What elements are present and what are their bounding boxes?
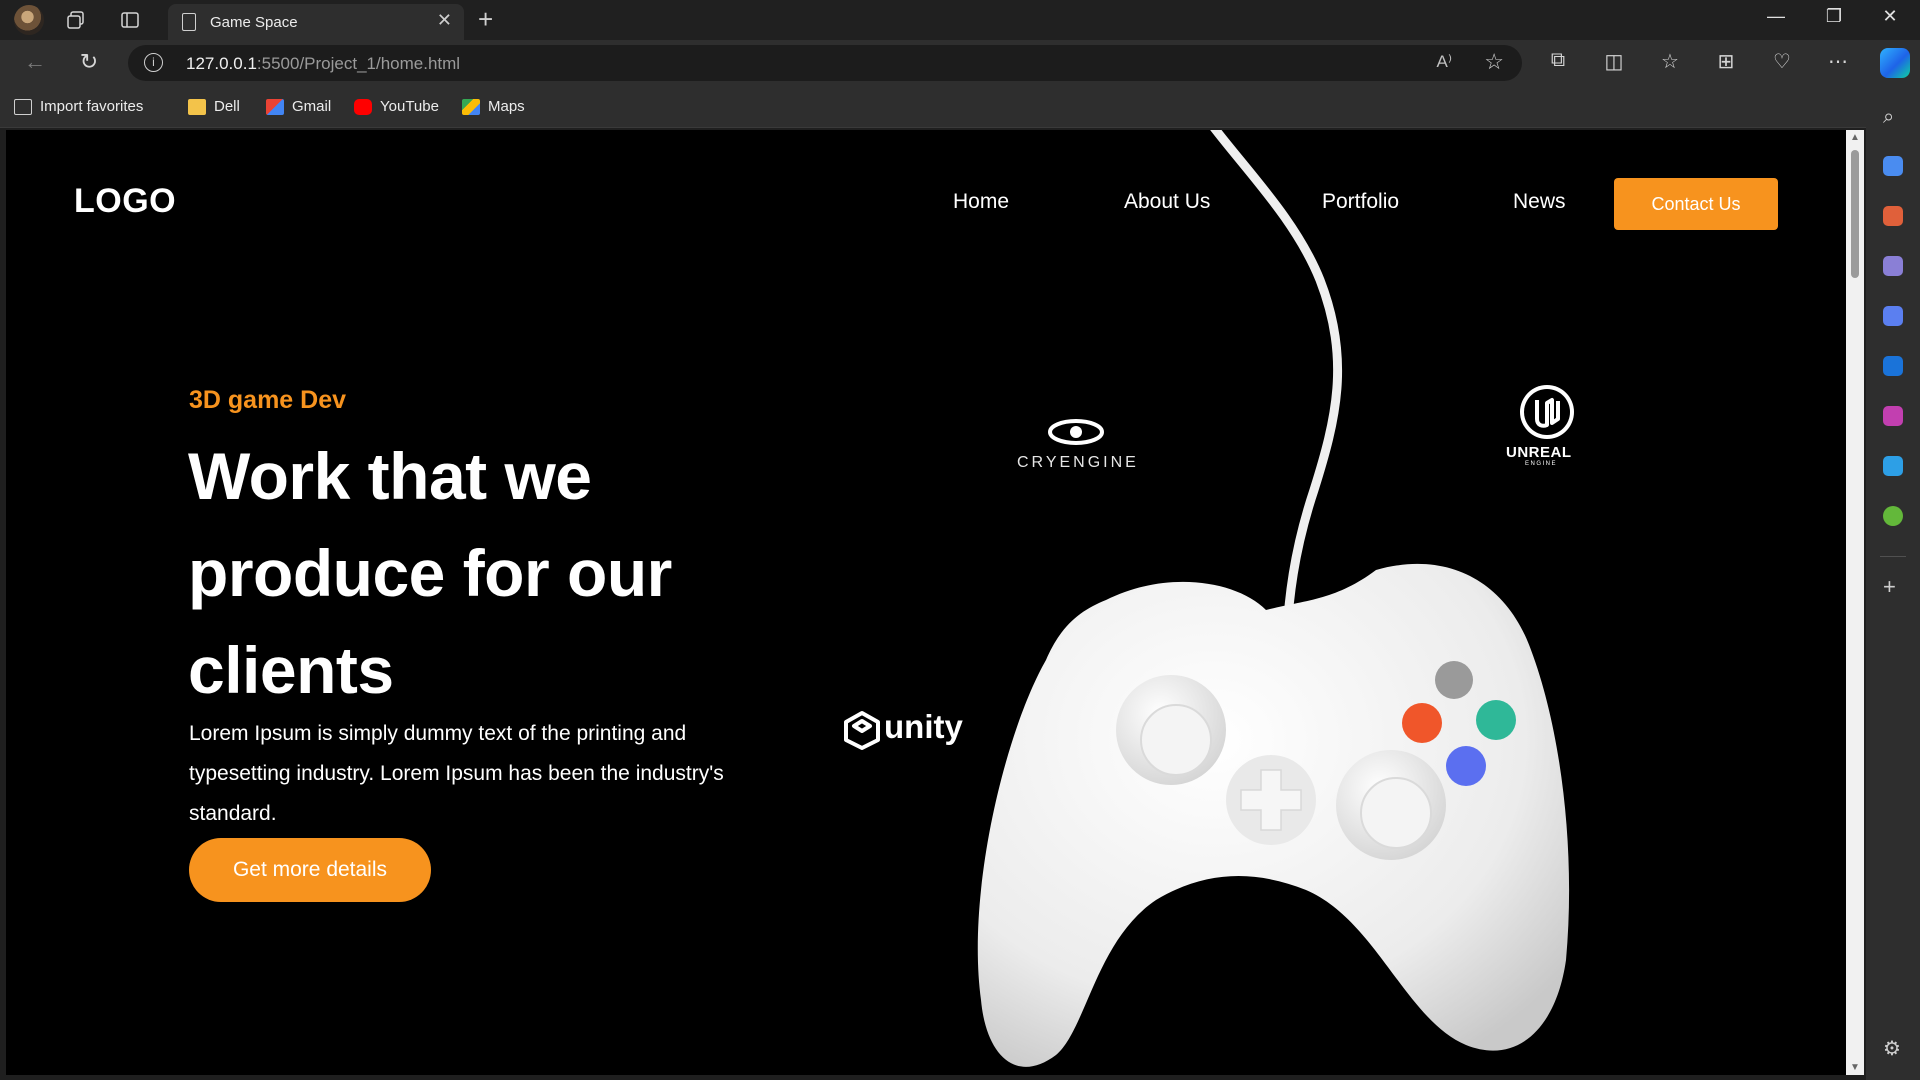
refresh-button[interactable]: ↻ bbox=[74, 49, 104, 75]
unreal-logo: UNREAL bbox=[1506, 444, 1572, 461]
hero-body: Lorem Ipsum is simply dummy text of the … bbox=[189, 722, 724, 825]
search-icon[interactable]: ⌕ bbox=[1883, 106, 1903, 128]
bookmark-youtube[interactable]: YouTube bbox=[354, 98, 439, 115]
maps-icon bbox=[462, 98, 480, 115]
edge-sidebar: ⌕ + ⚙ bbox=[1866, 86, 1920, 1080]
page-viewport: CRYENGINE unity UNREAL ENGINE LOGO Home … bbox=[6, 130, 1846, 1075]
folder-icon bbox=[188, 98, 206, 115]
bookmark-gmail[interactable]: Gmail bbox=[266, 98, 331, 115]
close-tab-icon[interactable]: ✕ bbox=[437, 10, 452, 31]
import-icon bbox=[14, 98, 32, 115]
site-info-icon[interactable]: i bbox=[144, 53, 163, 72]
tab-title: Game Space bbox=[210, 14, 298, 31]
hero-headline: Work that we produce for our clients bbox=[188, 439, 672, 707]
gmail-icon bbox=[266, 98, 284, 115]
bookmark-maps[interactable]: Maps bbox=[462, 98, 525, 115]
contact-us-button[interactable]: Contact Us bbox=[1614, 178, 1778, 230]
get-more-details-button[interactable]: Get more details bbox=[189, 838, 431, 902]
favorites-icon[interactable]: ☆ bbox=[1656, 49, 1684, 74]
sidebar-divider bbox=[1880, 556, 1906, 557]
page-scrollbar[interactable]: ▲ ▼ bbox=[1846, 130, 1864, 1075]
add-icon[interactable]: + bbox=[1883, 576, 1903, 598]
scroll-down-arrow-icon[interactable]: ▼ bbox=[1850, 1062, 1860, 1073]
scroll-up-arrow-icon[interactable]: ▲ bbox=[1850, 132, 1860, 143]
unity-logo: unity bbox=[884, 708, 963, 745]
scrollbar-thumb[interactable] bbox=[1851, 150, 1859, 278]
unreal-logo-subtitle: ENGINE bbox=[1525, 461, 1558, 467]
bookmark-dell[interactable]: Dell bbox=[188, 98, 240, 115]
nav-portfolio[interactable]: Portfolio bbox=[1322, 190, 1399, 214]
nav-news[interactable]: News bbox=[1513, 190, 1566, 214]
bookmarks-bar: Import favorites Dell Gmail YouTube Maps bbox=[0, 86, 1920, 128]
vertical-tabs-icon[interactable] bbox=[116, 6, 144, 34]
browser-essentials-icon[interactable]: ♡ bbox=[1768, 49, 1796, 74]
collections-icon[interactable]: ⊞ bbox=[1712, 49, 1740, 74]
unreal-engine-icon bbox=[1520, 385, 1574, 439]
outlook-icon[interactable] bbox=[1883, 356, 1903, 376]
bookmark-label: YouTube bbox=[380, 98, 439, 115]
nav-about-us[interactable]: About Us bbox=[1124, 190, 1210, 214]
extensions-icon[interactable]: ⧉ bbox=[1544, 49, 1572, 72]
back-button[interactable]: ← bbox=[20, 49, 50, 75]
settings-gear-icon[interactable]: ⚙ bbox=[1883, 1039, 1903, 1060]
tree-icon[interactable] bbox=[1883, 506, 1903, 526]
page-icon bbox=[182, 13, 196, 31]
nav-home[interactable]: Home bbox=[953, 190, 1009, 214]
tab-game-space[interactable]: Game Space ✕ bbox=[168, 4, 464, 40]
restore-button[interactable]: ❐ bbox=[1814, 6, 1854, 27]
youtube-icon bbox=[354, 98, 372, 115]
copilot-icon[interactable] bbox=[1880, 48, 1910, 78]
send-icon[interactable] bbox=[1883, 456, 1903, 476]
profile-avatar[interactable] bbox=[14, 5, 44, 35]
games-icon[interactable] bbox=[1883, 256, 1903, 276]
favorite-star-icon[interactable]: ☆ bbox=[1484, 49, 1504, 75]
bookmark-label: Import favorites bbox=[40, 98, 144, 115]
tools-icon[interactable] bbox=[1883, 206, 1903, 226]
close-window-button[interactable]: ✕ bbox=[1870, 6, 1910, 27]
split-screen-icon[interactable]: ◫ bbox=[1600, 49, 1628, 74]
new-tab-button[interactable]: + bbox=[478, 4, 493, 35]
address-row: ← ↻ i 127.0.0.1:5500/Project_1/home.html… bbox=[0, 40, 1920, 86]
bookmark-import-favorites[interactable]: Import favorites bbox=[14, 98, 143, 115]
hero-eyebrow: 3D game Dev bbox=[189, 386, 347, 414]
minimize-button[interactable]: — bbox=[1756, 6, 1796, 27]
cryengine-logo: CRYENGINE bbox=[1017, 454, 1139, 471]
read-aloud-icon[interactable]: A⁾ bbox=[1436, 52, 1452, 72]
bookmark-label: Dell bbox=[214, 98, 240, 115]
bookmark-label: Maps bbox=[488, 98, 525, 115]
cryengine-eye-icon bbox=[1048, 419, 1104, 445]
shopping-tag-icon[interactable] bbox=[1883, 156, 1903, 176]
unity-icon bbox=[844, 711, 880, 750]
bookmark-label: Gmail bbox=[292, 98, 332, 115]
site-logo[interactable]: LOGO bbox=[74, 182, 176, 221]
designer-icon[interactable] bbox=[1883, 406, 1903, 426]
copilot-sidebar-icon[interactable] bbox=[1883, 306, 1903, 326]
address-bar[interactable]: i 127.0.0.1:5500/Project_1/home.html A⁾ … bbox=[128, 45, 1522, 81]
more-menu-icon[interactable]: ⋯ bbox=[1824, 49, 1852, 74]
title-bar: Game Space ✕ + — ❐ ✕ bbox=[0, 0, 1920, 40]
workspaces-icon[interactable] bbox=[62, 6, 90, 34]
url-text[interactable]: 127.0.0.1:5500/Project_1/home.html bbox=[186, 54, 460, 74]
